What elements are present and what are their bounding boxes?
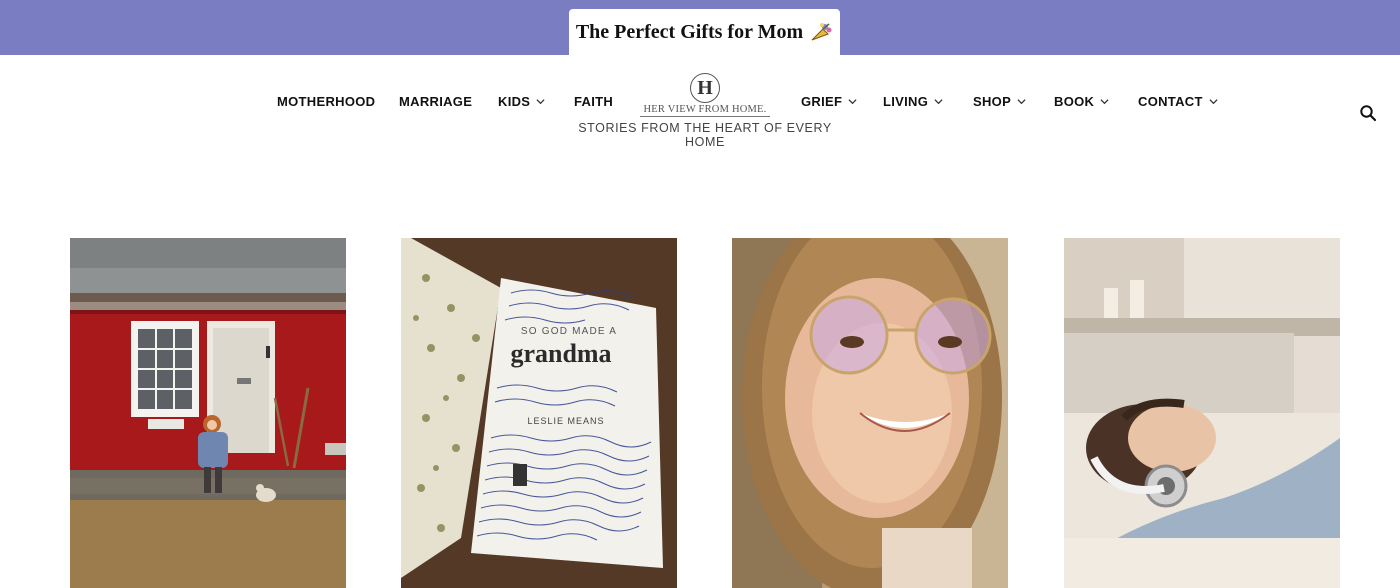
promo-text: The Perfect Gifts for Mom xyxy=(575,20,804,43)
nav-grief-label: GRIEF xyxy=(801,93,843,109)
nav-shop-label: SHOP xyxy=(973,93,1012,109)
nav-grief[interactable]: GRIEF xyxy=(801,90,857,112)
chevron-down-icon xyxy=(536,98,545,104)
nav-faith-label: FAITH xyxy=(574,93,614,109)
nav-living-label: LIVING xyxy=(883,93,929,109)
nav-kids[interactable]: KIDS xyxy=(498,90,545,112)
nav-kids-label: KIDS xyxy=(498,93,531,109)
logo-wordmark: HER VIEW FROM HOME. xyxy=(640,104,770,117)
article-image-grandma-book: SO GOD MADE A grandma LESLIE MEANS xyxy=(401,238,677,588)
nav-contact[interactable]: CONTACT xyxy=(1138,90,1218,112)
chevron-down-icon xyxy=(1209,98,1218,104)
nav-book-label: BOOK xyxy=(1054,93,1095,109)
article-card-4[interactable] xyxy=(1064,238,1340,588)
article-image-barn xyxy=(70,238,346,588)
article-image-woman-headphones xyxy=(1064,238,1340,588)
nav-motherhood-label: MOTHERHOOD xyxy=(277,93,376,109)
nav-shop[interactable]: SHOP xyxy=(973,90,1026,112)
chevron-down-icon xyxy=(1100,98,1109,104)
nav-motherhood[interactable]: MOTHERHOOD xyxy=(277,90,375,112)
nav-marriage[interactable]: MARRIAGE xyxy=(399,90,472,112)
promo-bar: The Perfect Gifts for Mom xyxy=(0,0,1400,55)
search-icon[interactable] xyxy=(1359,104,1377,122)
book-cover-author: LESLIE MEANS xyxy=(527,416,604,426)
nav-book[interactable]: BOOK xyxy=(1054,90,1109,112)
site-logo[interactable]: H HER VIEW FROM HOME. xyxy=(640,73,770,119)
book-cover-title: grandma xyxy=(510,339,611,368)
article-card-1[interactable] xyxy=(70,238,346,588)
promo-link[interactable]: The Perfect Gifts for Mom xyxy=(569,9,840,55)
book-cover-line1: SO GOD MADE A xyxy=(521,326,617,337)
chevron-down-icon xyxy=(1017,98,1026,104)
article-image-girl-glasses xyxy=(732,238,1008,588)
article-card-2[interactable]: SO GOD MADE A grandma LESLIE MEANS xyxy=(401,238,677,588)
logo-monogram: H xyxy=(690,73,720,103)
nav-faith[interactable]: FAITH xyxy=(574,90,613,112)
chevron-down-icon xyxy=(848,98,857,104)
article-card-3[interactable] xyxy=(732,238,1008,588)
nav-living[interactable]: LIVING xyxy=(883,90,943,112)
nav-contact-label: CONTACT xyxy=(1138,93,1203,109)
gift-bouquet-icon xyxy=(811,23,832,41)
site-tagline: STORIES FROM THE HEART OF EVERY HOME xyxy=(578,121,832,149)
chevron-down-icon xyxy=(934,98,943,104)
nav-marriage-label: MARRIAGE xyxy=(399,93,473,109)
